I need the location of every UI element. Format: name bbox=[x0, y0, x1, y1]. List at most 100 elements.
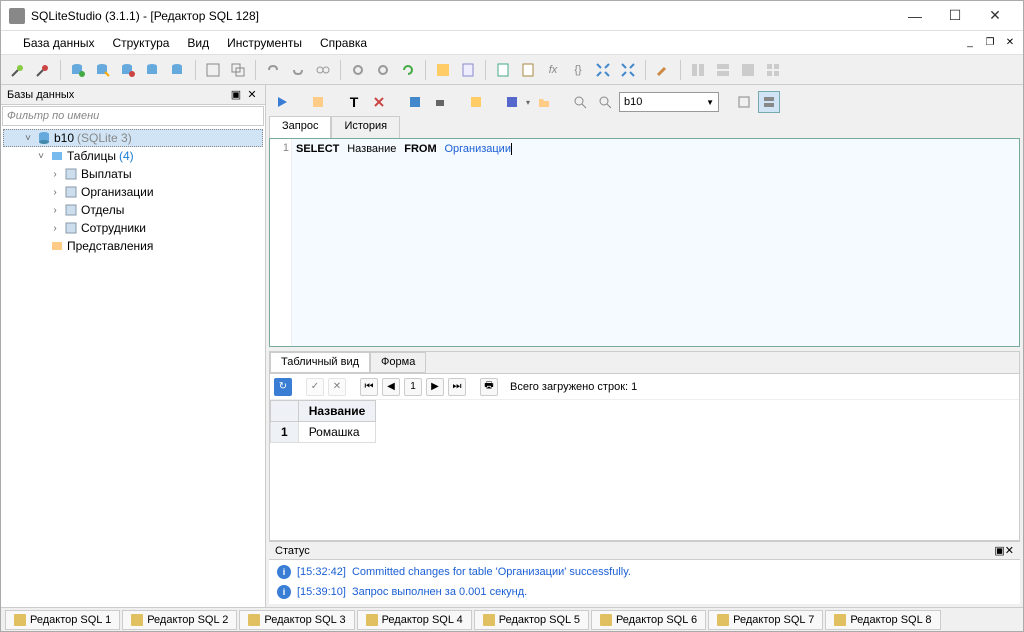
grid-rollback-button[interactable]: ✕ bbox=[328, 378, 346, 396]
window-tab[interactable]: Редактор SQL 7 bbox=[708, 610, 823, 630]
format1-button[interactable] bbox=[404, 91, 426, 113]
layout3-icon[interactable] bbox=[737, 59, 759, 81]
minimize-button[interactable]: — bbox=[895, 2, 935, 30]
save-button[interactable] bbox=[501, 91, 523, 113]
gear2-icon[interactable] bbox=[372, 59, 394, 81]
tree-table-item[interactable]: › Выплаты bbox=[3, 165, 263, 183]
expand-icon[interactable]: › bbox=[49, 187, 61, 198]
zoom-out-button[interactable] bbox=[594, 91, 616, 113]
tree-views-node[interactable]: Представления bbox=[3, 237, 263, 255]
new-window-button[interactable] bbox=[733, 91, 755, 113]
collapse-icon[interactable]: ˅ bbox=[22, 133, 34, 144]
grid-commit-button[interactable]: ✓ bbox=[306, 378, 324, 396]
history-button[interactable] bbox=[465, 91, 487, 113]
window-tab[interactable]: Редактор SQL 2 bbox=[122, 610, 237, 630]
tree-table-item[interactable]: › Сотрудники bbox=[3, 219, 263, 237]
script2-icon[interactable] bbox=[517, 59, 539, 81]
collapse-icon[interactable] bbox=[617, 59, 639, 81]
sql-editor[interactable]: 1 SELECT Название FROM Организации bbox=[269, 138, 1020, 347]
script-icon[interactable] bbox=[492, 59, 514, 81]
db-add-icon[interactable] bbox=[67, 59, 89, 81]
tab-query[interactable]: Запрос bbox=[269, 116, 331, 138]
gear-icon[interactable] bbox=[347, 59, 369, 81]
menu-tools[interactable]: Инструменты bbox=[219, 33, 310, 53]
panel-float-icon[interactable]: ▣ bbox=[229, 88, 243, 101]
window-cascade-icon[interactable] bbox=[227, 59, 249, 81]
wrench-icon[interactable] bbox=[652, 59, 674, 81]
panel-close-icon[interactable]: ✕ bbox=[1005, 544, 1014, 557]
menu-database[interactable]: База данных bbox=[15, 33, 102, 53]
panel-float-icon[interactable]: ▣ bbox=[994, 544, 1004, 557]
results-grid[interactable]: Название 1 Ромашка bbox=[270, 400, 1019, 540]
db-edit-icon[interactable] bbox=[92, 59, 114, 81]
prev-page-button[interactable]: ◀ bbox=[382, 378, 400, 396]
tree-table-item[interactable]: › Организации bbox=[3, 183, 263, 201]
mdi-close-button[interactable]: ✕ bbox=[1001, 35, 1019, 51]
cell-value[interactable]: Ромашка bbox=[298, 422, 376, 443]
tab-history[interactable]: История bbox=[331, 116, 400, 138]
print-button[interactable] bbox=[429, 91, 451, 113]
print-results-button[interactable]: 🖶 bbox=[480, 378, 498, 396]
maximize-button[interactable]: ☐ bbox=[935, 2, 975, 30]
clear-button[interactable] bbox=[368, 91, 390, 113]
explain-button[interactable] bbox=[307, 91, 329, 113]
disconnect-icon[interactable] bbox=[32, 59, 54, 81]
fx-icon[interactable]: fx bbox=[542, 59, 564, 81]
last-page-button[interactable]: ⏭ bbox=[448, 378, 466, 396]
expand-icon[interactable]: › bbox=[49, 223, 61, 234]
panel-close-icon[interactable]: ✕ bbox=[245, 88, 259, 101]
expand-icon[interactable]: › bbox=[49, 169, 61, 180]
close-button[interactable]: ✕ bbox=[975, 2, 1015, 30]
open-button[interactable] bbox=[533, 91, 555, 113]
refresh-icon[interactable] bbox=[397, 59, 419, 81]
collapse-icon[interactable]: ˅ bbox=[35, 151, 47, 162]
expand-icon[interactable]: › bbox=[49, 205, 61, 216]
link-icon[interactable] bbox=[262, 59, 284, 81]
table-icon[interactable] bbox=[432, 59, 454, 81]
db-selector-combo[interactable]: b10 ▼ bbox=[619, 92, 719, 112]
page-number[interactable]: 1 bbox=[404, 378, 422, 396]
menu-help[interactable]: Справка bbox=[312, 33, 375, 53]
db-remove-icon[interactable] bbox=[117, 59, 139, 81]
tab-form[interactable]: Форма bbox=[370, 352, 426, 373]
link2-icon[interactable] bbox=[287, 59, 309, 81]
tree-db-node[interactable]: ˅ b10 (SQLite 3) bbox=[3, 129, 263, 147]
window-tab[interactable]: Редактор SQL 1 bbox=[5, 610, 120, 630]
tree-table-item[interactable]: › Отделы bbox=[3, 201, 263, 219]
layout2-icon[interactable] bbox=[712, 59, 734, 81]
window-tab[interactable]: Редактор SQL 3 bbox=[239, 610, 354, 630]
text-bold-button[interactable]: T bbox=[343, 91, 365, 113]
grid-header[interactable]: Название bbox=[298, 401, 376, 422]
tree-tables-node[interactable]: ˅ Таблицы (4) bbox=[3, 147, 263, 165]
next-page-button[interactable]: ▶ bbox=[426, 378, 444, 396]
window-tab[interactable]: Редактор SQL 4 bbox=[357, 610, 472, 630]
layout4-icon[interactable] bbox=[762, 59, 784, 81]
sql-column: Название bbox=[347, 143, 396, 155]
layout1-icon[interactable] bbox=[687, 59, 709, 81]
mdi-minimize-button[interactable]: _ bbox=[961, 35, 979, 51]
split-window-button[interactable] bbox=[758, 91, 780, 113]
mdi-restore-button[interactable]: ❐ bbox=[981, 35, 999, 51]
db-list-icon[interactable] bbox=[167, 59, 189, 81]
window-tab[interactable]: Редактор SQL 5 bbox=[474, 610, 589, 630]
db-refresh-icon[interactable] bbox=[142, 59, 164, 81]
table-row[interactable]: 1 Ромашка bbox=[271, 422, 376, 443]
window-tab[interactable]: Редактор SQL 8 bbox=[825, 610, 940, 630]
report-icon[interactable] bbox=[457, 59, 479, 81]
filter-input[interactable]: Фильтр по имени bbox=[2, 106, 264, 126]
tab-tabular[interactable]: Табличный вид bbox=[270, 352, 370, 373]
window-tab[interactable]: Редактор SQL 6 bbox=[591, 610, 706, 630]
execute-button[interactable] bbox=[271, 91, 293, 113]
expand-icon[interactable] bbox=[592, 59, 614, 81]
grid-corner bbox=[271, 401, 299, 422]
braces-icon[interactable]: {} bbox=[567, 59, 589, 81]
grid-refresh-button[interactable]: ↻ bbox=[274, 378, 292, 396]
menu-view[interactable]: Вид bbox=[179, 33, 217, 53]
first-page-button[interactable]: ⏮ bbox=[360, 378, 378, 396]
zoom-in-button[interactable] bbox=[569, 91, 591, 113]
menu-structure[interactable]: Структура bbox=[104, 33, 177, 53]
window-tile-icon[interactable] bbox=[202, 59, 224, 81]
chain-icon[interactable] bbox=[312, 59, 334, 81]
connect-icon[interactable] bbox=[7, 59, 29, 81]
sql-text[interactable]: SELECT Название FROM Организации bbox=[292, 139, 516, 346]
